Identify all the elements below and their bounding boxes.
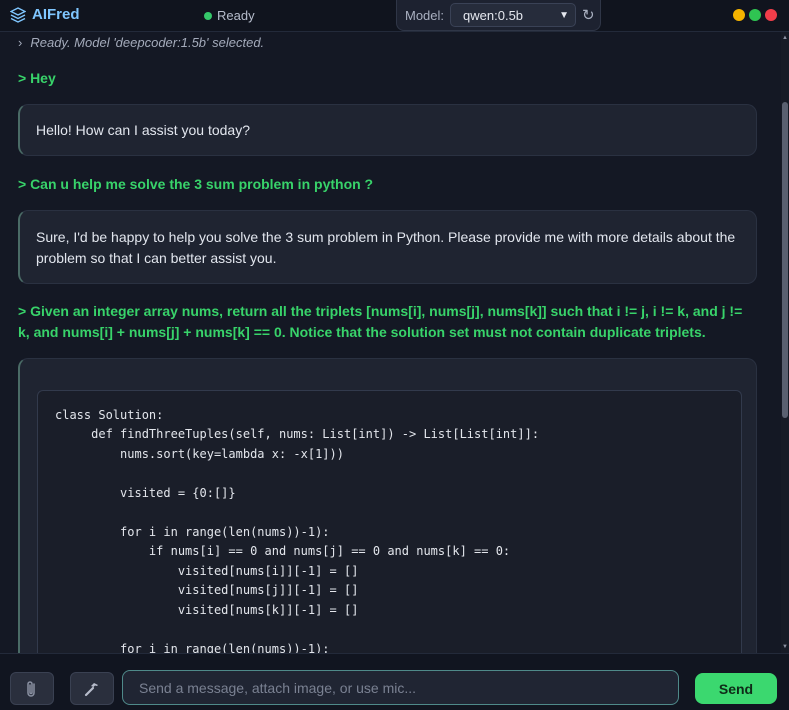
composer-bar: Send (0, 653, 789, 710)
code-line: nums.sort(key=lambda x: -x[1])) (55, 447, 344, 461)
status-dot-icon (204, 11, 212, 20)
layers-icon (10, 6, 26, 23)
assistant-message: Sure, I'd be happy to help you solve the… (18, 210, 757, 284)
code-line: for i in range(len(nums))-1): (55, 525, 330, 539)
status-text: Ready (217, 8, 255, 23)
assistant-code-message: class Solution: def findThreeTuples(self… (18, 358, 757, 653)
close-button[interactable] (765, 9, 777, 21)
chat-log: › Ready. Model 'deepcoder:1.5b' selected.… (0, 32, 781, 653)
user-message: > Hey (18, 70, 56, 86)
title-bar: AIFred Ready Model: qwen:0.5b ▼ ↻ (0, 0, 789, 32)
minimize-button[interactable] (733, 9, 745, 21)
model-label: Model: (405, 7, 445, 23)
message-input[interactable] (122, 670, 679, 705)
code-line: visited = {0:[]} (55, 486, 236, 500)
hammer-icon (84, 682, 98, 696)
chevron-down-icon: ▼ (559, 9, 570, 21)
system-message: › Ready. Model 'deepcoder:1.5b' selected. (18, 35, 264, 50)
model-selected-value: qwen:0.5b (463, 7, 524, 23)
assistant-message-text: Sure, I'd be happy to help you solve the… (36, 229, 736, 266)
send-button[interactable]: Send (695, 673, 777, 704)
code-line: visited[nums[i]][-1] = [] (55, 564, 359, 578)
user-message: > Can u help me solve the 3 sum problem … (18, 176, 374, 192)
window-controls (733, 9, 777, 21)
code-line: for i in range(len(nums))-1): (55, 642, 330, 653)
code-line: if nums[i] == 0 and nums[j] == 0 and num… (55, 544, 511, 558)
maximize-button[interactable] (749, 9, 761, 21)
attach-button[interactable] (10, 672, 54, 705)
refresh-icon[interactable]: ↻ (582, 6, 595, 24)
status-indicator: Ready (204, 8, 255, 23)
code-line: visited[nums[k]][-1] = [] (55, 603, 359, 617)
system-message-text: Ready. Model 'deepcoder:1.5b' selected. (30, 35, 265, 50)
assistant-message: Hello! How can I assist you today? (18, 104, 757, 156)
model-picker: Model: qwen:0.5b ▼ ↻ (396, 0, 601, 31)
model-select[interactable]: qwen:0.5b ▼ (450, 3, 577, 27)
app-brand: AIFred (10, 6, 80, 23)
app-title: AIFred (32, 6, 80, 23)
chat-scrollbar[interactable]: ▲ ▼ (781, 32, 789, 653)
scroll-down-icon[interactable]: ▼ (782, 644, 788, 650)
code-line: visited[nums[j]][-1] = [] (55, 583, 359, 597)
chevron-right-icon: › (18, 35, 23, 50)
scroll-thumb[interactable] (782, 102, 788, 418)
code-line: def findThreeTuples(self, nums: List[int… (55, 427, 540, 441)
scroll-up-icon[interactable]: ▲ (782, 35, 788, 41)
tools-button[interactable] (70, 672, 114, 705)
code-block[interactable]: class Solution: def findThreeTuples(self… (37, 390, 742, 653)
paperclip-icon (27, 680, 35, 697)
assistant-message-text: Hello! How can I assist you today? (36, 122, 250, 138)
user-message: > Given an integer array nums, return al… (18, 303, 743, 340)
code-line: class Solution: (55, 408, 164, 422)
